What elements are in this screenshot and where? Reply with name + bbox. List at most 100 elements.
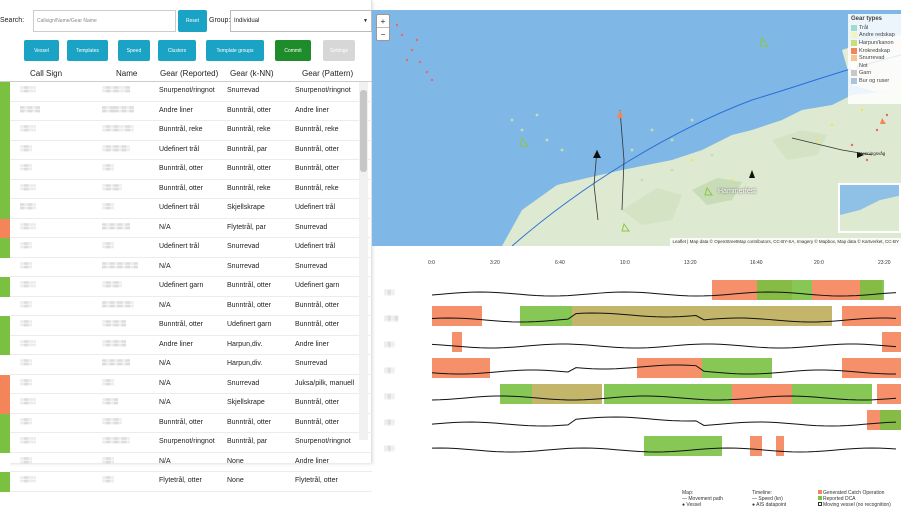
table-row[interactable]: ░▒░ ░▒░▒░▒ Bunntrål, otter Udefinert garn Bu…: [0, 316, 372, 336]
catch-operation-bar[interactable]: [520, 306, 572, 326]
table-row[interactable]: ░▒░ ▒░▒░▒░▒ N/A Harpun,div. Snurrevad: [0, 355, 372, 375]
catch-operation-bar[interactable]: [604, 384, 732, 404]
clusters-button[interactable]: Clusters: [158, 40, 196, 61]
table-row[interactable]: ░▒░░ ░▒░▒░ Bunntrål, otter Bunntrål, reke Bu…: [0, 179, 372, 199]
group-select[interactable]: Individual ▼: [230, 10, 372, 32]
catch-operation-bar[interactable]: [637, 358, 702, 378]
minimap[interactable]: [838, 183, 901, 233]
column-header-callsign[interactable]: Call Sign: [30, 69, 62, 78]
timeline-row[interactable]: ░▒░: [372, 278, 901, 306]
timeline-panel: 0:0 3:20 6:40 10:0 13:20 16:40 20:0 23:20 ░▒░ ░▒…: [372, 246, 901, 466]
catch-operation-bar[interactable]: [750, 436, 762, 456]
cell-gear-knn: Bunntrål, par: [227, 145, 268, 153]
map-attribution[interactable]: Leaflet | Map data © OpenStreetMap contr…: [670, 238, 901, 246]
gear-flag: [0, 374, 10, 394]
footer-catch-label: Moving vessel (no recognition): [823, 502, 891, 508]
timeline-row[interactable]: ░▒░: [372, 356, 901, 384]
legend-swatch: [851, 32, 857, 39]
table-scrollbar[interactable]: [359, 82, 368, 440]
catch-operation-bar[interactable]: [702, 358, 772, 378]
gear-flag: [0, 160, 10, 180]
reset-button[interactable]: Reset: [178, 10, 207, 32]
catch-operation-bar[interactable]: [882, 332, 901, 352]
table-row[interactable]: ░▒░░ ░▒░ Flytetrål, otter None Flytetrål, ot…: [0, 472, 372, 492]
catch-operation-bar[interactable]: [757, 280, 812, 300]
gear-flag: [0, 316, 10, 336]
timeline-row[interactable]: ░▒░: [372, 434, 901, 462]
catch-operation-bar[interactable]: [877, 384, 901, 404]
scrollbar-thumb[interactable]: [360, 90, 367, 172]
cell-callsign: ░▒░: [20, 262, 32, 269]
cell-gear-knn: Bunntrål, par: [227, 438, 268, 445]
catch-operation-bar[interactable]: [572, 306, 832, 326]
table-row[interactable]: ░▒░ ▒░▒░▒░▒░ N/A Bunntrål, otter Bunntrål, o…: [0, 296, 372, 316]
catch-operation-bar[interactable]: [842, 306, 901, 326]
zoom-in-button[interactable]: +: [377, 15, 389, 28]
template-groups-button[interactable]: Template groups: [206, 40, 264, 61]
table-row[interactable]: ░▒░░ ▒░▒░▒░▒ N/A Flytetrål, par Snurrevad: [0, 218, 372, 238]
table-row[interactable]: ░▒░ ░▒░ N/A Snurrevad Juksa/pilk, manuell: [0, 374, 372, 394]
vessel-button[interactable]: Vessel: [24, 40, 59, 61]
gear-flag: [0, 277, 10, 297]
column-header-gear-pattern[interactable]: Gear (Pattern): [302, 69, 353, 78]
table-row[interactable]: ░▒░░ ░▒░▒░ Udefinert garn Bunntrål, otter Ud…: [0, 277, 372, 297]
column-header-gear-knn[interactable]: Gear (k-NN): [230, 69, 274, 78]
table-row[interactable]: ▒░▒░ ░▒░ Udefinert trål Skjellskrape Udefine…: [0, 199, 372, 219]
templates-button[interactable]: Templates: [67, 40, 108, 61]
gear-flag: [0, 355, 10, 375]
timeline-row[interactable]: ░▒░: [372, 330, 901, 358]
table-row[interactable]: ░▒░░ ░▒░▒ N/A Skjellskrape Bunntrål, otter: [0, 394, 372, 414]
catch-operation-bar[interactable]: [792, 384, 872, 404]
zoom-out-button[interactable]: −: [377, 28, 389, 41]
table-row[interactable]: ░▒░░ ░▒░▒░░▒░ Bunntrål, reke Bunntrål, reke…: [0, 121, 372, 141]
vessel-marker[interactable]: [593, 150, 601, 158]
cell-gear-reported: Snurpenot/ringnot: [159, 87, 215, 94]
vessel-marker[interactable]: [617, 110, 623, 118]
column-header-gear-reported[interactable]: Gear (Reported): [160, 69, 218, 78]
table-row[interactable]: ░▒░ ░▒░▒░ Bunntrål, otter Bunntrål, otter Bu…: [0, 413, 372, 433]
timeline-track: [431, 410, 901, 430]
cell-gear-knn: None: [227, 457, 244, 465]
catch-operation-bar[interactable]: [500, 384, 532, 404]
table-row[interactable]: ░▒░░ ░▒░▒░░▒ Snurpenot/ringnot Snurrevad Snu…: [0, 82, 372, 102]
table-row[interactable]: ░▒░░ ░▒░▒░▒ Andre liner Harpun,div. Andre li…: [0, 335, 372, 355]
table-row[interactable]: ░▒░ ░▒░▒░▒░ Udefinert trål Bunntrål, par Bun…: [0, 140, 372, 160]
table-row[interactable]: ░▒░ ▒░▒░▒░▒░▒ N/A Snurrevad Snurrevad: [0, 257, 372, 277]
catch-operation-bar[interactable]: [880, 410, 901, 430]
gear-marker[interactable]: [759, 36, 769, 47]
table-row[interactable]: ░▒░░ ░▒░▒░▒░ Snurpenot/ringnot Bunntrål, pa…: [0, 433, 372, 453]
table-row[interactable]: ░▒░ ░▒░ N/A None Andre liner: [0, 452, 372, 472]
cell-gear-reported: Udefinert trål: [159, 145, 200, 153]
catch-operation-bar[interactable]: [732, 384, 792, 404]
map-view[interactable]: Hammerfest Honningsvåg + − Gear types Tr…: [372, 10, 901, 246]
search-input[interactable]: [33, 10, 176, 32]
table-row[interactable]: ░▒░ ░▒░ Bunntrål, otter Bunntrål, otter Bunn…: [0, 160, 372, 180]
catch-operation-bar[interactable]: [842, 358, 901, 378]
legend-item: Bur og ruser: [851, 77, 898, 85]
settings-button[interactable]: Settings: [323, 40, 355, 61]
catch-operation-bar[interactable]: [452, 332, 462, 352]
catch-operation-bar[interactable]: [776, 436, 784, 456]
catch-operation-bar[interactable]: [532, 384, 602, 404]
catch-operation-bar[interactable]: [432, 358, 490, 378]
table-row[interactable]: ▒░▒░▒ ▒░▒▒░▒░▒ Andre liner Bunntrål, otter A…: [0, 101, 372, 121]
column-header-name[interactable]: Name: [116, 69, 137, 78]
gear-flag: [0, 179, 10, 199]
timeline-row[interactable]: ░▒░: [372, 382, 901, 410]
catch-operation-bar[interactable]: [432, 306, 482, 326]
catch-operation-bar[interactable]: [644, 436, 722, 456]
cell-gear-pattern: Andre liner: [295, 106, 329, 114]
catch-operation-bar[interactable]: [860, 280, 884, 300]
commit-button[interactable]: Commit: [275, 40, 311, 61]
toolbar: Vessel Templates Speed Clusters Template…: [0, 40, 372, 62]
table-row[interactable]: ░▒░ ░▒░ Udefinert trål Snurrevad Udefinert t…: [0, 238, 372, 258]
speed-line: [431, 343, 897, 349]
speed-button[interactable]: Speed: [118, 40, 150, 61]
gear-marker[interactable]: [519, 136, 529, 147]
gear-legend-title: Gear types: [851, 16, 883, 22]
gear-legend-items: Trål Andre redskap Harpun/kanon Krokredskap…: [851, 24, 898, 85]
timeline-row[interactable]: ░▒░: [372, 408, 901, 436]
timeline-row[interactable]: ░▒░▒: [372, 304, 901, 332]
cell-callsign: ░▒░: [20, 379, 32, 386]
cell-callsign: ░▒░: [20, 418, 32, 425]
